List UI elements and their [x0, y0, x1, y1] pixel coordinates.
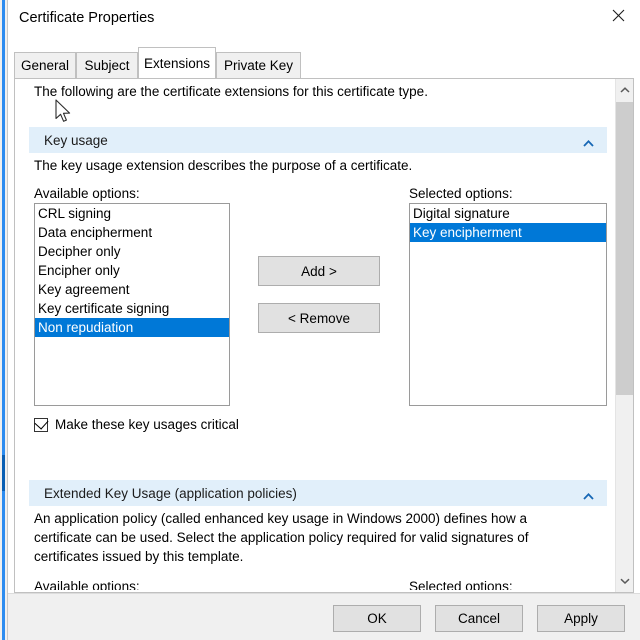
tab-extensions-label: Extensions — [144, 56, 210, 71]
extended-key-usage-available-label: Available options: — [34, 579, 140, 590]
title-bar: Certificate Properties — [8, 0, 640, 38]
add-button-label: Add > — [301, 264, 337, 279]
key-usage-selected-listbox[interactable]: Digital signature Key encipherment — [409, 203, 607, 406]
list-item[interactable]: Key encipherment — [410, 223, 606, 242]
extensions-intro-text: The following are the certificate extens… — [34, 84, 428, 99]
tab-extensions[interactable]: Extensions — [138, 47, 216, 78]
tab-general-label: General — [21, 58, 69, 73]
tab-general[interactable]: General — [14, 52, 76, 78]
key-usage-selected-label: Selected options: — [409, 186, 513, 201]
extended-key-usage-description-line-1: An application policy (called enhanced k… — [34, 509, 609, 528]
apply-button-label: Apply — [564, 611, 598, 626]
close-icon[interactable] — [595, 0, 640, 30]
key-usage-description: The key usage extension describes the pu… — [34, 156, 412, 175]
vertical-scrollbar[interactable] — [615, 79, 633, 592]
certificate-properties-dialog: Certificate Properties General Subject E… — [7, 0, 640, 640]
ok-button-label: OK — [367, 611, 387, 626]
window-title: Certificate Properties — [19, 10, 154, 26]
background-window-accent-strip-dark — [2, 455, 5, 491]
extended-key-usage-description-line-2: certificate can be used. Select the appl… — [34, 528, 609, 547]
checkbox-box — [34, 418, 48, 432]
chevron-up-icon[interactable] — [616, 79, 633, 101]
section-header-key-usage[interactable]: Key usage — [29, 127, 607, 153]
list-item[interactable]: Key certificate signing — [35, 299, 229, 318]
apply-button[interactable]: Apply — [537, 605, 625, 632]
extensions-scroll-content: The following are the certificate extens… — [15, 79, 615, 592]
check-icon — [34, 415, 48, 429]
chevron-up-icon — [583, 135, 594, 150]
list-item[interactable]: Encipher only — [35, 261, 229, 280]
extended-key-usage-description-line-3: certificates issued by this template. — [34, 547, 609, 566]
extensions-tab-panel: The following are the certificate extens… — [14, 78, 634, 593]
tab-subject-label: Subject — [84, 58, 129, 73]
chevron-down-icon[interactable] — [616, 570, 633, 592]
key-usage-available-label: Available options: — [34, 186, 140, 201]
chevron-up-icon — [583, 488, 594, 503]
remove-button[interactable]: < Remove — [258, 303, 380, 333]
dialog-footer: OK Cancel Apply — [8, 593, 640, 640]
key-usage-available-listbox[interactable]: CRL signing Data encipherment Decipher o… — [34, 203, 230, 406]
make-key-usages-critical-checkbox[interactable]: Make these key usages critical — [34, 417, 239, 432]
tab-private-key[interactable]: Private Key — [216, 52, 301, 78]
scrollbar-thumb[interactable] — [616, 102, 633, 395]
cancel-button[interactable]: Cancel — [435, 605, 523, 632]
cancel-button-label: Cancel — [458, 611, 500, 626]
list-item[interactable]: Decipher only — [35, 242, 229, 261]
remove-button-label: < Remove — [288, 311, 350, 326]
section-header-extended-key-usage-label: Extended Key Usage (application policies… — [44, 486, 297, 501]
section-header-key-usage-label: Key usage — [44, 133, 108, 148]
list-item[interactable]: Data encipherment — [35, 223, 229, 242]
tab-subject[interactable]: Subject — [76, 52, 138, 78]
background-window-accent-strip — [2, 0, 5, 640]
extended-key-usage-selected-label: Selected options: — [409, 579, 513, 590]
list-item[interactable]: CRL signing — [35, 204, 229, 223]
list-item[interactable]: Key agreement — [35, 280, 229, 299]
add-button[interactable]: Add > — [258, 256, 380, 286]
tab-private-key-label: Private Key — [224, 58, 293, 73]
section-header-extended-key-usage[interactable]: Extended Key Usage (application policies… — [29, 480, 607, 506]
list-item[interactable]: Non repudiation — [35, 318, 229, 337]
tab-strip: General Subject Extensions Private Key — [8, 38, 640, 78]
list-item[interactable]: Digital signature — [410, 204, 606, 223]
make-key-usages-critical-label: Make these key usages critical — [55, 417, 239, 432]
ok-button[interactable]: OK — [333, 605, 421, 632]
